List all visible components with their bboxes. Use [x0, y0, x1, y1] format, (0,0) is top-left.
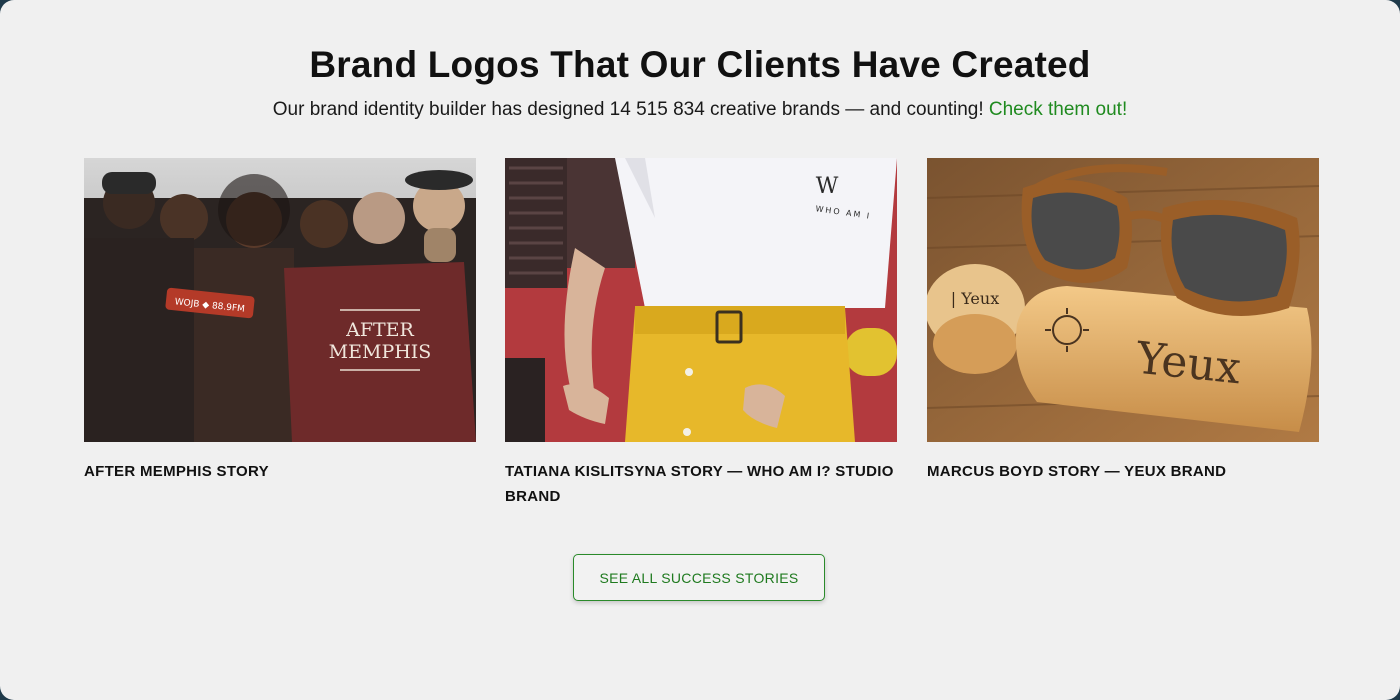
story-image-yeux[interactable]: | Yeux Yeux	[927, 158, 1319, 442]
who-am-i-photo: W WHO AM I	[505, 158, 897, 442]
subtitle-text: Our brand identity builder has designed …	[272, 99, 984, 120]
story-card-after-memphis[interactable]: AFTER MEMPHIS WOJB ◆ 88.9FM After Memphi…	[84, 158, 476, 484]
story-image-after-memphis[interactable]: AFTER MEMPHIS WOJB ◆ 88.9FM	[84, 158, 476, 442]
see-all-success-stories-button[interactable]: SEE ALL SUCCESS STORIES	[573, 554, 825, 601]
check-them-out-link[interactable]: Check them out!	[989, 99, 1127, 120]
story-image-who-am-i[interactable]: W WHO AM I	[505, 158, 897, 442]
shirt-text-after: AFTER	[345, 319, 414, 341]
story-caption[interactable]: Tatiana Kislitsyna Story — Who Am I? Stu…	[505, 459, 897, 509]
yeux-photo: | Yeux Yeux	[927, 158, 1319, 442]
after-memphis-photo: AFTER MEMPHIS WOJB ◆ 88.9FM	[84, 158, 476, 442]
story-card-yeux[interactable]: | Yeux Yeux Marcus Boyd Story — Yeux Bra…	[927, 158, 1319, 484]
success-stories-section: Brand Logos That Our Clients Have Create…	[0, 0, 1400, 700]
section-title: Brand Logos That Our Clients Have Create…	[309, 44, 1091, 85]
small-case-engraving: | Yeux	[951, 289, 999, 308]
shirt-text-memphis: MEMPHIS	[329, 341, 432, 363]
story-caption[interactable]: Marcus Boyd Story — Yeux Brand	[927, 459, 1319, 484]
section-subtitle: Our brand identity builder has designed …	[0, 99, 1400, 121]
story-card-who-am-i[interactable]: W WHO AM I Tatiana Kislitsyna Story — Wh…	[505, 158, 897, 509]
shirt-logo: W	[816, 174, 839, 199]
story-caption[interactable]: After Memphis Story	[84, 459, 476, 484]
